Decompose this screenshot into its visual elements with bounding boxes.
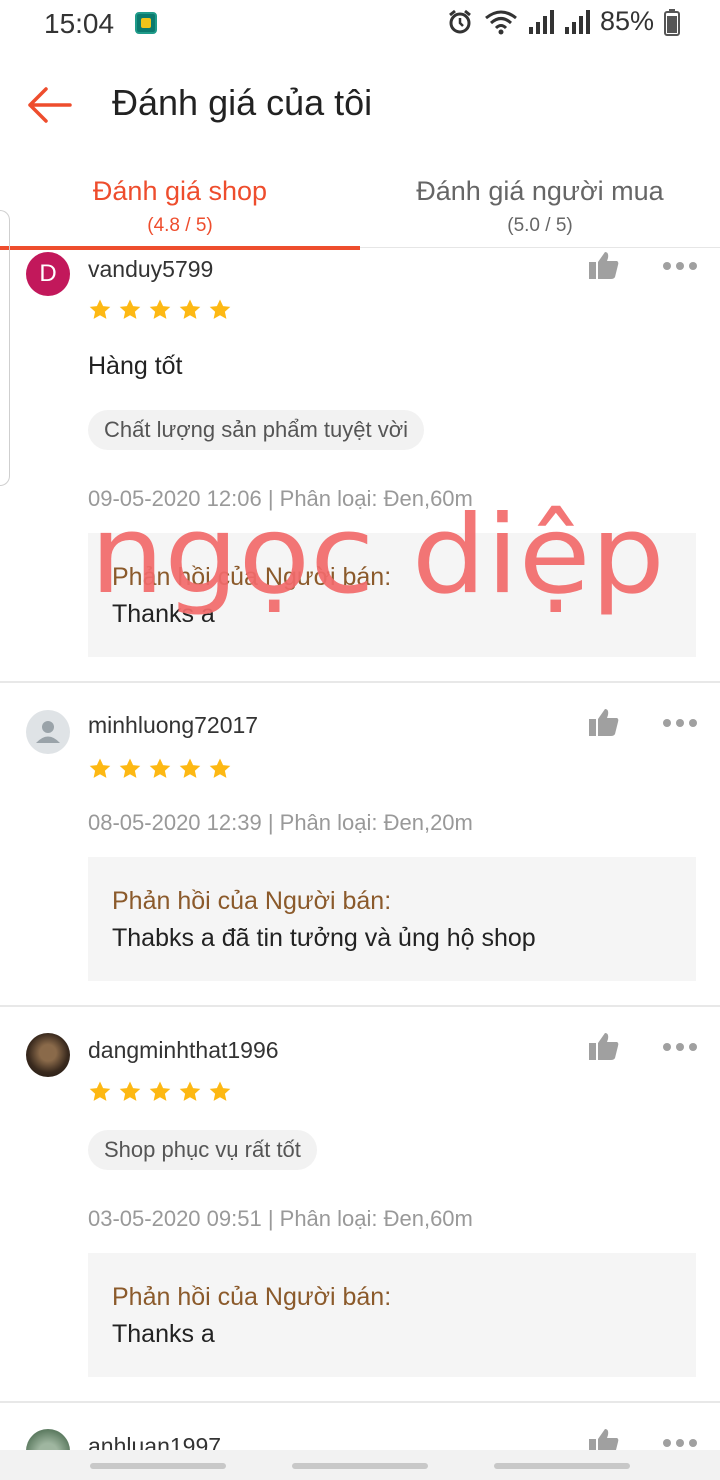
battery-percent: 85% bbox=[599, 6, 654, 36]
star-icon bbox=[119, 758, 141, 778]
review-item: dangminhthat1996 Shop phục vụ rất tốt 03… bbox=[0, 1009, 720, 1403]
avatar bbox=[26, 1033, 70, 1077]
more-options-icon[interactable] bbox=[662, 1438, 698, 1448]
back-button[interactable] bbox=[24, 80, 74, 130]
review-item: minhluong72017 08-05-2020 12:39 | Phân l… bbox=[0, 685, 720, 1007]
star-icon bbox=[89, 758, 111, 778]
seller-reply-text: Thabks a đã tin tưởng và ủng hộ shop bbox=[112, 924, 536, 952]
rating-tabs: Đánh giá shop (4.8 / 5) Đánh giá người m… bbox=[0, 160, 720, 250]
star-icon bbox=[119, 1081, 141, 1101]
status-time: 15:04 bbox=[44, 8, 115, 39]
reviewer-username: vanduy5799 bbox=[88, 256, 214, 282]
star-icon bbox=[209, 758, 231, 778]
review-item: D vanduy5799 Hàng tốt Chất lượng sản phẩ… bbox=[0, 250, 720, 683]
signal-icon-2 bbox=[564, 9, 590, 34]
tab-buyer-rating[interactable]: Đánh giá người mua (5.0 / 5) bbox=[360, 160, 720, 248]
avatar bbox=[26, 710, 70, 754]
star-icon bbox=[179, 299, 201, 319]
review-meta: 09-05-2020 12:06 | Phân loại: Đen,60m bbox=[88, 486, 473, 511]
seller-reply: Phản hồi của Người bán: Thabks a đã tin … bbox=[88, 857, 696, 981]
nav-back-button[interactable] bbox=[494, 1463, 630, 1469]
status-icons: 85% bbox=[446, 6, 680, 37]
system-nav-bar bbox=[0, 1450, 720, 1480]
tab-label: Đánh giá người mua bbox=[416, 176, 664, 206]
seller-reply-text: Thanks a bbox=[112, 1320, 215, 1348]
star-icon bbox=[209, 299, 231, 319]
star-icon bbox=[179, 758, 201, 778]
avatar: D bbox=[26, 252, 70, 296]
star-rating bbox=[88, 298, 232, 322]
seller-reply: Phản hồi của Người bán: Thanks a bbox=[88, 533, 696, 657]
star-icon bbox=[149, 299, 171, 319]
person-icon bbox=[36, 721, 60, 743]
reviewer-username: dangminhthat1996 bbox=[88, 1037, 279, 1063]
star-rating bbox=[88, 1080, 232, 1104]
reviewer-username: minhluong72017 bbox=[88, 712, 259, 738]
app-header: Đánh giá của tôi bbox=[0, 60, 720, 150]
star-icon bbox=[149, 1081, 171, 1101]
status-bar: 15:04 85% bbox=[0, 0, 720, 50]
page-title: Đánh giá của tôi bbox=[112, 82, 373, 123]
more-options-icon[interactable] bbox=[662, 1042, 698, 1052]
review-meta: 08-05-2020 12:39 | Phân loại: Đen,20m bbox=[88, 810, 473, 835]
arrow-left-icon bbox=[28, 87, 72, 123]
star-icon bbox=[89, 1081, 111, 1101]
review-comment: Hàng tốt bbox=[88, 352, 183, 380]
thumbs-up-icon[interactable] bbox=[588, 1031, 620, 1061]
star-icon bbox=[89, 299, 111, 319]
review-tag: Shop phục vụ rất tốt bbox=[88, 1130, 317, 1170]
review-tag: Chất lượng sản phẩm tuyệt vời bbox=[88, 410, 425, 450]
more-options-icon[interactable] bbox=[662, 261, 698, 271]
star-icon bbox=[209, 1081, 231, 1101]
seller-reply-title: Phản hồi của Người bán: bbox=[112, 1283, 392, 1311]
tab-label: Đánh giá shop bbox=[92, 176, 268, 206]
alarm-icon bbox=[449, 9, 471, 33]
thumbs-up-icon[interactable] bbox=[588, 250, 620, 280]
seller-reply: Phản hồi của Người bán: Thanks a bbox=[88, 1253, 696, 1377]
tab-shop-rating[interactable]: Đánh giá shop (4.8 / 5) bbox=[0, 160, 360, 250]
seller-reply-text: Thanks a bbox=[112, 600, 215, 628]
more-options-icon[interactable] bbox=[662, 718, 698, 728]
star-icon bbox=[149, 758, 171, 778]
tab-score: (5.0 / 5) bbox=[507, 215, 573, 236]
star-icon bbox=[179, 1081, 201, 1101]
star-rating bbox=[88, 757, 232, 781]
nav-recent-button[interactable] bbox=[90, 1463, 226, 1469]
star-icon bbox=[119, 299, 141, 319]
seller-reply-title: Phản hồi của Người bán: bbox=[112, 563, 392, 591]
battery-icon bbox=[664, 8, 680, 36]
wifi-icon bbox=[485, 10, 517, 34]
signal-icon bbox=[528, 9, 554, 34]
seller-reply-title: Phản hồi của Người bán: bbox=[112, 887, 392, 915]
review-meta: 03-05-2020 09:51 | Phân loại: Đen,60m bbox=[88, 1206, 473, 1231]
thumbs-up-icon[interactable] bbox=[588, 707, 620, 737]
tab-score: (4.8 / 5) bbox=[147, 215, 213, 236]
nav-home-button[interactable] bbox=[292, 1463, 428, 1469]
app-notification-icon bbox=[135, 12, 157, 34]
